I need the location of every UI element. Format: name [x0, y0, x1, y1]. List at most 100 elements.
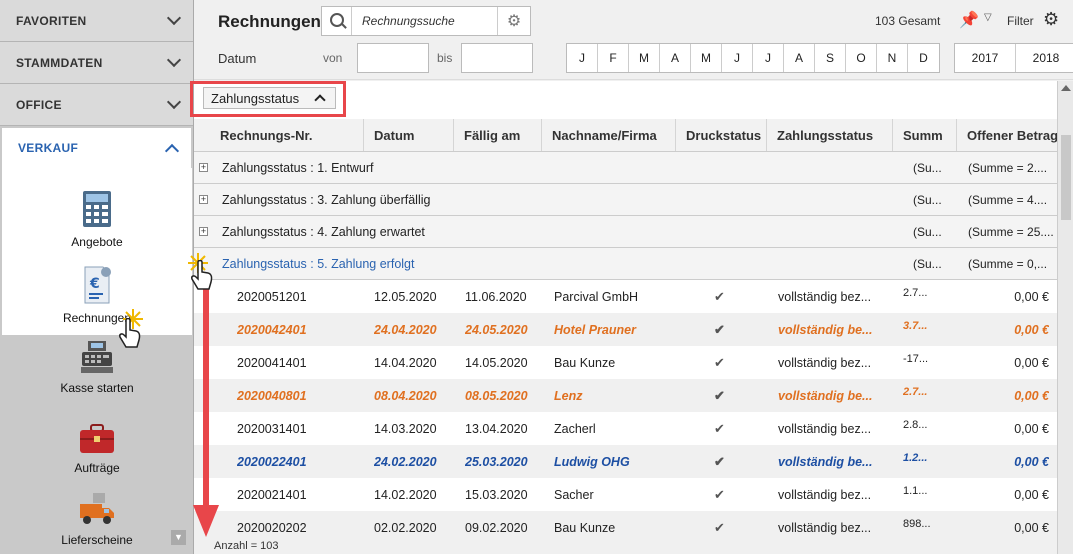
sort-ascending-icon[interactable]: [314, 94, 326, 106]
cell-firma: Bau Kunze: [554, 355, 616, 370]
table-row[interactable]: 2020051201 12.05.2020 11.06.2020 Parciva…: [194, 280, 1057, 313]
month-button[interactable]: J: [753, 44, 784, 72]
month-button[interactable]: M: [691, 44, 722, 72]
column-header[interactable]: Datum: [364, 119, 454, 151]
cell-summe: 3.7...: [903, 320, 928, 332]
cell-summe: -17...: [903, 353, 929, 365]
month-button[interactable]: D: [908, 44, 939, 72]
group-label: Zahlungsstatus : 1. Entwurf: [222, 160, 374, 175]
cell-status: vollständig be...: [778, 322, 873, 337]
cell-faellig: 11.06.2020: [465, 289, 527, 304]
cell-offen: 0,00 €: [1014, 355, 1049, 370]
cell-nr: 2020022401: [237, 454, 307, 469]
cell-firma: Sacher: [554, 487, 594, 502]
cell-status: vollständig bez...: [778, 289, 872, 304]
sidebar-item-auftraege[interactable]: Aufträge: [0, 424, 194, 475]
sidebar-item-kasse-starten[interactable]: Kasse starten: [0, 340, 194, 395]
sidebar-item-label: Aufträge: [74, 461, 120, 475]
cell-nr: 2020051201: [237, 289, 307, 304]
column-header[interactable]: Druckstatus: [676, 119, 767, 151]
sidebar-item-label: Rechnungen: [62, 311, 132, 325]
month-button[interactable]: O: [846, 44, 877, 72]
cell-faellig: 24.05.2020: [465, 322, 528, 337]
hand-cursor-icon: [191, 260, 213, 290]
cell-status: vollständig be...: [778, 388, 873, 403]
sidebar-item-label: Lieferscheine: [61, 533, 133, 547]
column-header[interactable]: Offener Betrag: [957, 119, 1057, 151]
column-header[interactable]: Fällig am: [454, 119, 542, 151]
month-button[interactable]: F: [598, 44, 629, 72]
table-row[interactable]: 2020040801 08.04.2020 08.05.2020 Lenz ✔ …: [194, 379, 1057, 412]
column-header[interactable]: Zahlungsstatus: [767, 119, 893, 151]
filter-label[interactable]: Filter: [1007, 14, 1034, 28]
month-button[interactable]: J: [567, 44, 598, 72]
expand-icon[interactable]: +: [199, 227, 208, 236]
date-from-input[interactable]: [357, 43, 429, 73]
year-button[interactable]: 2017: [955, 44, 1016, 72]
cell-faellig: 25.03.2020: [465, 454, 528, 469]
month-button[interactable]: S: [815, 44, 846, 72]
invoice-grid: Rechnungs-Nr. Datum Fällig am Nachname/F…: [194, 119, 1057, 554]
cell-datum: 02.02.2020: [374, 520, 437, 535]
checkmark-icon: ✔: [714, 354, 725, 370]
group-row[interactable]: + Zahlungsstatus : 1. Entwurf (Su... (Su…: [194, 152, 1057, 184]
cell-nr: 2020041401: [237, 355, 307, 370]
table-row[interactable]: 2020021401 14.02.2020 15.03.2020 Sacher …: [194, 478, 1057, 511]
cell-firma: Bau Kunze: [554, 520, 616, 535]
table-row[interactable]: 2020041401 14.04.2020 14.05.2020 Bau Kun…: [194, 346, 1057, 379]
group-label: Zahlungsstatus : 3. Zahlung überfällig: [222, 192, 431, 207]
search-icon[interactable]: [322, 7, 352, 35]
month-button[interactable]: A: [784, 44, 815, 72]
group-row[interactable]: + Zahlungsstatus : 4. Zahlung erwartet (…: [194, 216, 1057, 248]
table-row[interactable]: 2020022401 24.02.2020 25.03.2020 Ludwig …: [194, 445, 1057, 478]
chevron-down-icon[interactable]: ▽: [984, 12, 992, 23]
sidebar-item-lieferscheine[interactable]: Lieferscheine: [0, 492, 194, 547]
search-settings-icon[interactable]: ⚙: [497, 7, 530, 35]
svg-text:€: €: [89, 276, 100, 292]
table-row[interactable]: 2020042401 24.04.2020 24.05.2020 Hotel P…: [194, 313, 1057, 346]
sidebar-item-rechnungen[interactable]: € Rechnungen: [0, 266, 194, 325]
expand-icon[interactable]: +: [199, 163, 208, 172]
column-header[interactable]: Rechnungs-Nr.: [194, 119, 364, 151]
group-by-panel: Zahlungsstatus: [190, 81, 1057, 119]
group-sum-open: (Summe = 4....: [968, 192, 1048, 207]
scroll-up-icon[interactable]: [1061, 85, 1071, 91]
group-chip-zahlungsstatus[interactable]: Zahlungsstatus: [203, 87, 336, 109]
vertical-scrollbar[interactable]: [1057, 81, 1073, 554]
month-button[interactable]: A: [660, 44, 691, 72]
cell-faellig: 13.04.2020: [465, 421, 528, 436]
sidebar-item-angebote[interactable]: Angebote: [0, 190, 194, 249]
date-to-input[interactable]: [461, 43, 533, 73]
section-label: VERKAUF: [18, 141, 79, 155]
sidebar-collapse-toggle[interactable]: ▼: [171, 530, 186, 545]
hand-cursor-icon: [119, 318, 141, 348]
cell-summe: 1.2...: [903, 452, 928, 464]
cell-datum: 14.04.2020: [374, 355, 437, 370]
gear-icon[interactable]: ⚙: [1043, 9, 1059, 30]
checkmark-icon: ✔: [714, 288, 725, 304]
checkmark-icon: ✔: [714, 321, 725, 337]
total-count: 103 Gesamt: [875, 14, 941, 28]
sidebar-section-verkauf[interactable]: VERKAUF: [2, 128, 191, 168]
cell-summe: 2.7...: [903, 386, 928, 398]
column-header[interactable]: Nachname/Firma: [542, 119, 676, 151]
expand-icon[interactable]: +: [199, 195, 208, 204]
year-button[interactable]: 2018: [1016, 44, 1073, 72]
month-button[interactable]: J: [722, 44, 753, 72]
sidebar-section-office[interactable]: OFFICE: [0, 84, 193, 126]
scroll-thumb[interactable]: [1061, 135, 1071, 220]
group-row[interactable]: Zahlungsstatus : 5. Zahlung erfolgt (Su.…: [194, 248, 1057, 280]
month-button[interactable]: N: [877, 44, 908, 72]
pin-icon[interactable]: 📌: [959, 10, 979, 30]
sidebar-section-stammdaten[interactable]: STAMMDATEN: [0, 42, 193, 84]
cell-offen: 0,00 €: [1014, 454, 1049, 469]
cell-datum: 24.04.2020: [374, 322, 437, 337]
chevron-up-icon: [164, 143, 180, 158]
search-input[interactable]: [352, 8, 492, 34]
table-row[interactable]: 2020031401 14.03.2020 13.04.2020 Zacherl…: [194, 412, 1057, 445]
delivery-truck-icon: [80, 493, 114, 524]
month-button[interactable]: M: [629, 44, 660, 72]
column-header[interactable]: Summ: [893, 119, 957, 151]
sidebar-section-favoriten[interactable]: FAVORITEN: [0, 0, 193, 42]
group-row[interactable]: + Zahlungsstatus : 3. Zahlung überfällig…: [194, 184, 1057, 216]
